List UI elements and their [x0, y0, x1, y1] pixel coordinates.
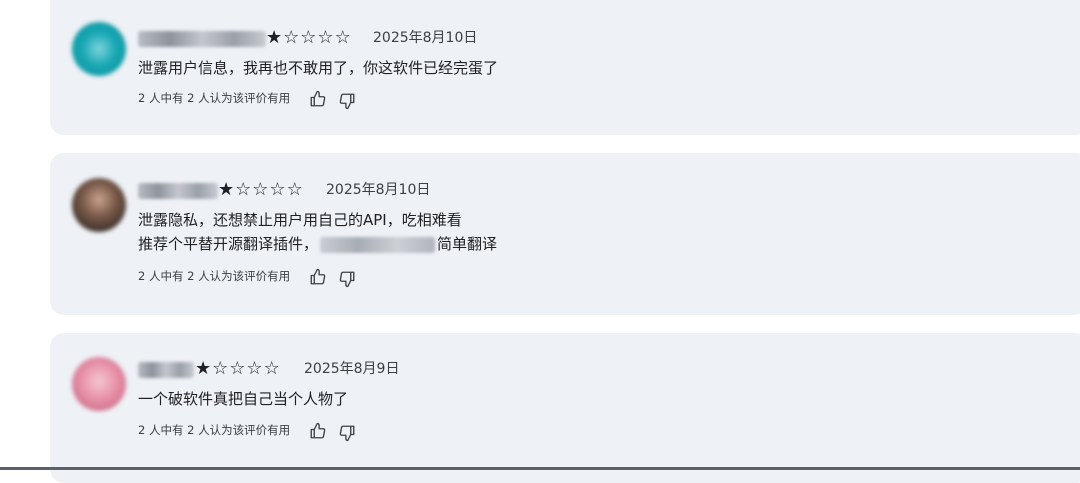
star-rating: ★☆☆☆☆ — [266, 28, 352, 48]
helpful-count: 2 人中有 2 人认为该评价有用 — [138, 269, 291, 283]
reviewer-name — [138, 183, 218, 199]
redacted-link — [320, 236, 436, 253]
thumb-up-icon[interactable] — [309, 90, 327, 108]
review-text-prefix: 推荐个平替开源翻译插件， — [138, 235, 319, 253]
star-empty-icon: ☆ — [300, 27, 318, 48]
review-card: ★☆☆☆☆ 2025年8月9日 一个破软件真把自己当个人物了 2 人中有 2 人… — [50, 333, 1080, 483]
star-empty-icon: ☆ — [269, 179, 287, 200]
star-filled-icon: ★ — [266, 27, 284, 48]
review-text: 一个破软件真把自己当个人物了 — [138, 390, 349, 408]
reviewer-avatar — [72, 357, 126, 411]
thumb-up-icon[interactable] — [309, 422, 327, 440]
review-date: 2025年8月10日 — [373, 30, 478, 46]
reviewer-avatar — [72, 22, 126, 76]
star-empty-icon: ☆ — [317, 27, 335, 48]
review-text: 泄露隐私，还想禁止用户用自己的API，吃相难看 — [138, 211, 462, 229]
reviewer-name — [138, 362, 194, 378]
review-text-line2: 推荐个平替开源翻译插件， 简单翻译 — [138, 233, 497, 256]
star-rating: ★☆☆☆☆ — [218, 180, 304, 200]
helpful-count: 2 人中有 2 人认为该评价有用 — [138, 423, 291, 437]
helpful-count: 2 人中有 2 人认为该评价有用 — [138, 91, 291, 105]
star-empty-icon: ☆ — [212, 358, 230, 379]
review-date: 2025年8月9日 — [304, 361, 400, 377]
star-empty-icon: ☆ — [246, 358, 264, 379]
star-empty-icon: ☆ — [235, 179, 253, 200]
star-empty-icon: ☆ — [283, 27, 301, 48]
reviewer-avatar — [72, 178, 126, 232]
star-rating: ★☆☆☆☆ — [195, 359, 281, 379]
star-filled-icon: ★ — [218, 179, 236, 200]
review-text: 泄露用户信息，我再也不敢用了，你这软件已经完蛋了 — [138, 59, 499, 77]
thumb-down-icon[interactable] — [338, 92, 356, 110]
review-date: 2025年8月10日 — [326, 182, 431, 198]
star-filled-icon: ★ — [195, 358, 213, 379]
review-card: ★☆☆☆☆ 2025年8月10日 泄露隐私，还想禁止用户用自己的API，吃相难看… — [50, 153, 1080, 315]
review-text-suffix: 简单翻译 — [437, 235, 498, 253]
star-empty-icon: ☆ — [334, 27, 352, 48]
star-empty-icon: ☆ — [263, 358, 281, 379]
star-empty-icon: ☆ — [252, 179, 270, 200]
thumb-down-icon[interactable] — [338, 424, 356, 442]
reviewer-name — [138, 31, 266, 47]
star-empty-icon: ☆ — [286, 179, 304, 200]
star-empty-icon: ☆ — [229, 358, 247, 379]
thumb-up-icon[interactable] — [309, 268, 327, 286]
review-card: ★☆☆☆☆ 2025年8月10日 泄露用户信息，我再也不敢用了，你这软件已经完蛋… — [50, 0, 1080, 135]
thumb-down-icon[interactable] — [338, 270, 356, 288]
